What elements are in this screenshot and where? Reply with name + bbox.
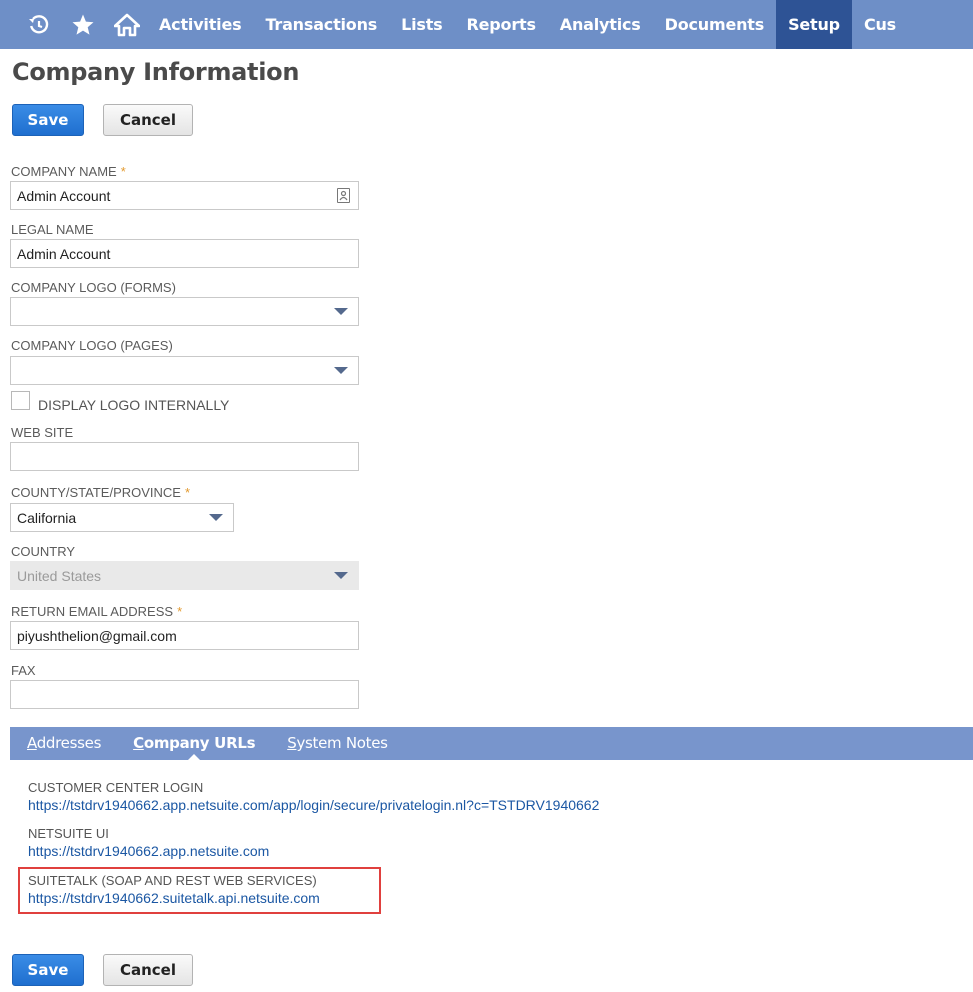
save-button-top[interactable]: Save	[12, 104, 84, 136]
recent-records-icon[interactable]	[25, 11, 53, 39]
state-label: COUNTY/STATE/PROVINCE *	[11, 485, 191, 500]
state-value: California	[17, 509, 77, 526]
chevron-down-icon[interactable]	[209, 514, 223, 521]
nav-reports[interactable]: Reports	[455, 0, 548, 49]
logo-forms-label: COMPANY LOGO (FORMS)	[11, 280, 176, 295]
country-label: COUNTRY	[11, 544, 76, 559]
fax-input[interactable]	[10, 680, 359, 709]
logo-pages-label: COMPANY LOGO (PAGES)	[11, 338, 173, 353]
country-select: United States	[10, 561, 359, 590]
state-select[interactable]: California	[10, 503, 234, 532]
legal-name-value: Admin Account	[17, 245, 111, 262]
required-marker: *	[177, 604, 183, 619]
return-email-label: RETURN EMAIL ADDRESS *	[11, 604, 183, 619]
cancel-button-top[interactable]: Cancel	[103, 104, 193, 136]
suitetalk-link[interactable]: https://tstdrv1940662.suitetalk.api.nets…	[28, 890, 320, 906]
save-button-bottom[interactable]: Save	[12, 954, 84, 986]
legal-name-label: LEGAL NAME	[11, 222, 94, 237]
cancel-button-bottom[interactable]: Cancel	[103, 954, 193, 986]
netsuite-ui-link[interactable]: https://tstdrv1940662.app.netsuite.com	[28, 843, 269, 859]
chevron-down-icon[interactable]	[334, 308, 348, 315]
country-value: United States	[17, 567, 102, 584]
netsuite-ui-label: NETSUITE UI	[28, 826, 109, 841]
company-name-label: COMPANY NAME *	[11, 164, 126, 179]
tab-addresses[interactable]: Addresses	[10, 727, 117, 760]
display-logo-checkbox[interactable]	[11, 391, 30, 410]
fax-label: FAX	[11, 663, 36, 678]
page-title: Company Information	[12, 58, 300, 86]
nav-lists[interactable]: Lists	[389, 0, 454, 49]
tab-company-urls[interactable]: Company URLs	[117, 727, 271, 761]
tab-system-notes[interactable]: System Notes	[271, 727, 403, 760]
logo-pages-select[interactable]	[10, 356, 359, 385]
nav-transactions[interactable]: Transactions	[253, 0, 389, 49]
web-site-input[interactable]	[10, 442, 359, 471]
return-email-input[interactable]: piyushthelion@gmail.com	[10, 621, 359, 650]
legal-name-input[interactable]: Admin Account	[10, 239, 359, 268]
web-site-label: WEB SITE	[11, 425, 74, 440]
nav-customization[interactable]: Cus	[852, 0, 908, 49]
nav-documents[interactable]: Documents	[653, 0, 776, 49]
home-icon[interactable]	[113, 11, 141, 39]
customer-center-login-link[interactable]: https://tstdrv1940662.app.netsuite.com/a…	[28, 797, 599, 813]
nav-activities[interactable]: Activities	[147, 0, 253, 49]
contact-card-icon[interactable]	[337, 188, 350, 203]
nav-analytics[interactable]: Analytics	[548, 0, 653, 49]
logo-forms-select[interactable]	[10, 297, 359, 326]
chevron-down-icon	[334, 572, 348, 579]
company-name-input[interactable]: Admin Account	[10, 181, 359, 210]
required-marker: *	[184, 485, 191, 500]
favorites-star-icon[interactable]	[69, 11, 97, 39]
chevron-down-icon[interactable]	[334, 367, 348, 374]
nav-setup[interactable]: Setup	[776, 0, 852, 49]
subtab-bar: Addresses Company URLs System Notes	[10, 727, 973, 761]
return-email-value: piyushthelion@gmail.com	[17, 627, 177, 644]
customer-center-login-label: CUSTOMER CENTER LOGIN	[28, 780, 204, 795]
top-navigation-bar: Activities Transactions Lists Reports An…	[0, 0, 973, 49]
suitetalk-label: SUITETALK (SOAP AND REST WEB SERVICES)	[28, 873, 317, 888]
display-logo-label: DISPLAY LOGO INTERNALLY	[38, 397, 230, 413]
required-marker: *	[120, 164, 126, 179]
company-name-value: Admin Account	[17, 187, 111, 204]
